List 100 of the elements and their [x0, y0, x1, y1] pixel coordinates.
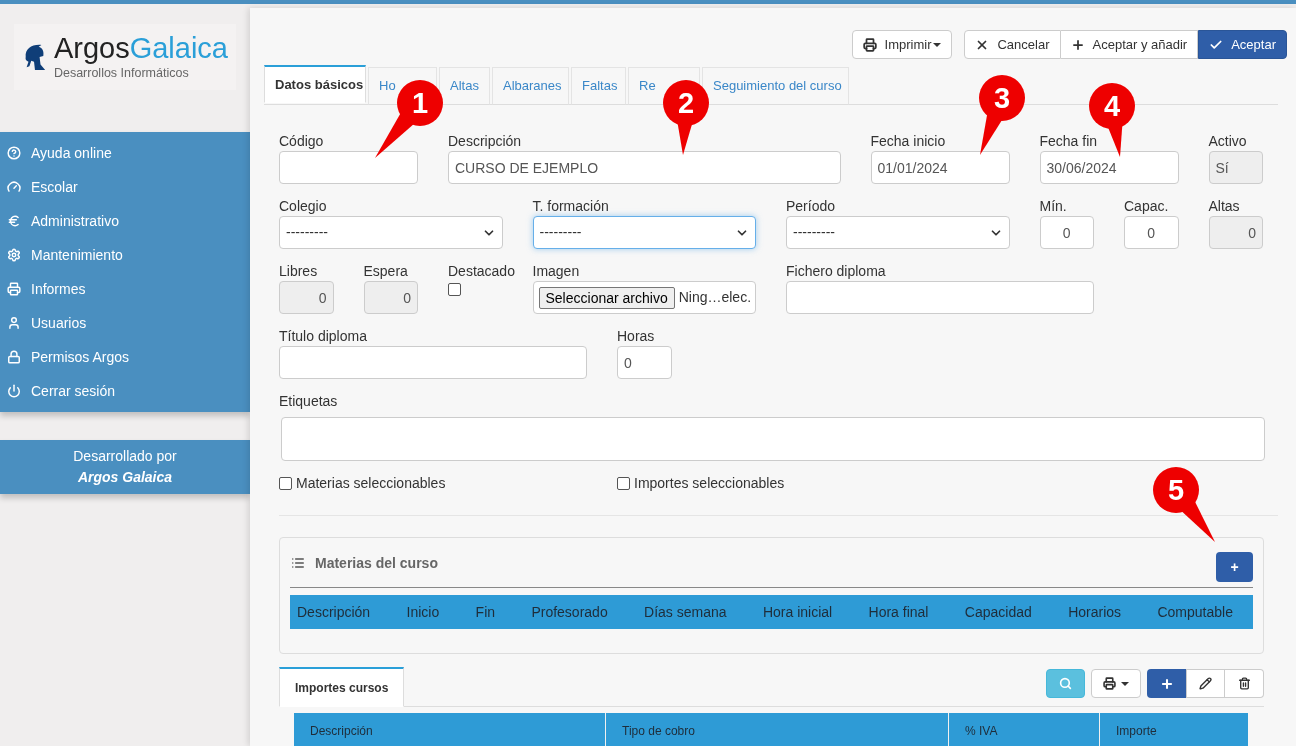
- accept-button[interactable]: Aceptar: [1198, 30, 1287, 59]
- print-menu-button[interactable]: [1091, 669, 1141, 698]
- select-file-button[interactable]: Seleccionar archivo: [538, 286, 675, 309]
- field-label: Libres: [279, 263, 318, 280]
- cancel-button[interactable]: Cancelar: [964, 30, 1061, 59]
- field-label: Título diploma: [279, 328, 367, 345]
- sidebar-item[interactable]: Permisos Argos: [0, 340, 250, 374]
- column-header: Tipo de cobro: [605, 713, 948, 746]
- search-icon: [1059, 677, 1072, 690]
- column-header: Hora inicial: [762, 602, 833, 622]
- tab[interactable]: Importes cursos: [279, 667, 405, 707]
- edit-button[interactable]: [1186, 669, 1225, 698]
- column-header: Computable: [1157, 602, 1233, 622]
- field-label: Altas: [1208, 198, 1240, 215]
- field-label: Etiquetas: [279, 393, 338, 410]
- text-field[interactable]: CURSO DE EJEMPLO: [448, 151, 841, 184]
- text-field[interactable]: [279, 151, 418, 184]
- select-field[interactable]: ---------: [279, 216, 503, 249]
- field-label: Fecha inicio: [870, 133, 946, 150]
- field-label: Destacado: [448, 263, 515, 280]
- column-header: Fin: [475, 602, 496, 622]
- credits-text: Desarrollado por: [73, 447, 177, 466]
- field-label: Imagen: [532, 263, 580, 280]
- callout-tooltip: 5: [1153, 467, 1215, 542]
- print-button[interactable]: Imprimir: [851, 30, 953, 59]
- field-label: Colegio: [279, 198, 327, 215]
- sidebar-item[interactable]: Cerrar sesión: [0, 374, 250, 408]
- checkbox[interactable]: [448, 283, 461, 296]
- text-field[interactable]: 0: [1124, 216, 1179, 249]
- text-field[interactable]: [279, 346, 587, 379]
- tab[interactable]: Seguimiento del curso: [702, 67, 849, 105]
- text-field[interactable]: [786, 281, 1094, 314]
- field-label: Fecha fin: [1039, 133, 1098, 150]
- checkbox-label: Materias seleccionables: [296, 474, 446, 493]
- file-field[interactable]: Seleccionar archivo Ning…elec.: [532, 281, 756, 314]
- pencil-icon: [1199, 677, 1212, 690]
- callout-tooltip: 2: [663, 80, 709, 155]
- select-field[interactable]: ---------: [786, 216, 1010, 249]
- add-button[interactable]: Aceptar y añadir: [1060, 30, 1199, 59]
- checkbox-label: Importes seleccionables: [634, 474, 785, 493]
- printer-icon: [7, 282, 21, 296]
- tab[interactable]: Faltas: [571, 67, 626, 105]
- column-header: Días semana: [644, 602, 727, 622]
- field-label: T. formación: [532, 198, 609, 215]
- column-header: Profesorado: [531, 602, 608, 622]
- euro-icon: [7, 214, 21, 228]
- add-button[interactable]: [1147, 669, 1186, 698]
- lock-icon: [7, 350, 21, 364]
- field-label: Horas: [617, 328, 655, 345]
- credits-company: Argos Galaica: [77, 468, 173, 487]
- field-label: Fichero diploma: [786, 263, 886, 280]
- field-label: Activo: [1208, 133, 1247, 150]
- select-field[interactable]: ---------: [532, 216, 756, 249]
- user-icon: [7, 316, 21, 330]
- help-icon: [7, 146, 21, 160]
- checkbox[interactable]: [617, 477, 630, 490]
- column-header: Inicio: [406, 602, 440, 622]
- text-field[interactable]: 30/06/2024: [1039, 151, 1179, 184]
- gear-icon: [7, 248, 21, 262]
- checkbox[interactable]: [279, 477, 292, 490]
- panel-title: Materias del curso: [315, 553, 438, 573]
- column-header: Capacidad: [964, 602, 1032, 622]
- plus-icon: [1070, 37, 1085, 52]
- sidebar-item[interactable]: Informes: [0, 272, 250, 306]
- power-icon: [7, 384, 21, 398]
- column-header: Importe: [1099, 713, 1248, 746]
- sidebar-item[interactable]: Mantenimiento: [0, 238, 250, 272]
- caret-icon: [1121, 681, 1129, 686]
- tab[interactable]: Datos básicos: [264, 65, 366, 103]
- gauge-icon: [7, 180, 21, 194]
- field-label: Descripción: [448, 133, 522, 150]
- sidebar-item[interactable]: Administrativo: [0, 204, 250, 238]
- text-field[interactable]: 0: [1039, 216, 1094, 249]
- column-header: % IVA: [948, 713, 1099, 746]
- text-field[interactable]: 01/01/2024: [870, 151, 1010, 184]
- delete-button[interactable]: [1225, 669, 1264, 698]
- trash-icon: [1237, 677, 1251, 690]
- logo-name: Galaica: [129, 31, 228, 64]
- callout-tooltip: 3: [979, 75, 1025, 155]
- field-label: Código: [279, 133, 324, 150]
- tab[interactable]: Albaranes: [492, 67, 569, 105]
- list-icon: [291, 556, 305, 570]
- column-header: Hora final: [868, 602, 929, 622]
- column-header: Horarios: [1068, 602, 1122, 622]
- field-label: Espera: [363, 263, 408, 280]
- printer-icon: [862, 37, 877, 52]
- printer-icon: [1103, 677, 1116, 690]
- field-label: Período: [786, 198, 836, 215]
- field-label: Capac.: [1124, 198, 1169, 215]
- tags-field[interactable]: [281, 417, 1265, 461]
- sidebar-item[interactable]: Ayuda online: [0, 136, 250, 170]
- text-field[interactable]: 0: [617, 346, 672, 379]
- logo-name: Argos: [53, 31, 130, 64]
- sidebar-item[interactable]: Usuarios: [0, 306, 250, 340]
- add-button[interactable]: +: [1216, 552, 1253, 582]
- column-header: Descripción: [309, 723, 374, 740]
- file-name: Ning…elec.: [678, 288, 752, 307]
- field-label: Mín.: [1039, 198, 1067, 215]
- caret-icon: [933, 42, 942, 47]
- sidebar-item[interactable]: Escolar: [0, 170, 250, 204]
